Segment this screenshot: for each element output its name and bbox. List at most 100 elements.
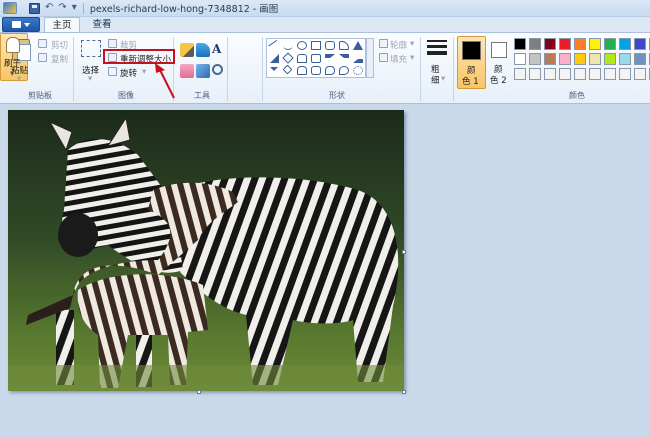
color-1-swatch (462, 41, 481, 60)
cut-button[interactable]: 剪切 (51, 39, 68, 51)
callout-rect-icon[interactable] (325, 66, 335, 75)
brushes-label: 刷子 (4, 59, 22, 69)
zebra-photo[interactable] (8, 110, 404, 391)
ribbon: 粘贴 ▾ 剪切 复制 剪贴板 选择 ▾ 裁剪 重新调整大小 旋转 ▾ 图像 A … (0, 32, 650, 104)
eraser-icon[interactable] (180, 64, 194, 78)
resize-handle-bottom[interactable] (197, 390, 201, 394)
group-divider (227, 37, 228, 101)
copy-button[interactable]: 复制 (51, 53, 68, 65)
hexagon-shape-icon[interactable] (311, 54, 321, 63)
shapes-gallery[interactable] (266, 38, 366, 78)
clipboard-group-label: 剪贴板 (28, 91, 52, 100)
image-group-label: 图像 (118, 91, 134, 100)
palette-swatch[interactable] (574, 68, 586, 80)
size-button-line2[interactable]: 细 (431, 74, 440, 86)
select-dropdown-icon[interactable]: ▾ (88, 74, 92, 84)
outline-button[interactable]: 轮廓 (390, 39, 407, 51)
group-divider (453, 37, 454, 101)
shapes-scrollbar[interactable] (366, 38, 374, 78)
polygon-shape-icon[interactable] (339, 41, 349, 50)
file-menu-button[interactable] (2, 17, 40, 32)
undo-icon[interactable]: ↶ (45, 2, 53, 14)
palette-swatch[interactable] (604, 38, 616, 50)
four-point-star-icon[interactable] (282, 64, 293, 75)
customize-qa-icon[interactable]: ▾ (72, 2, 77, 14)
fill-dropdown-icon[interactable]: ▾ (410, 53, 414, 63)
oval-shape-icon[interactable] (297, 41, 307, 50)
palette-swatch[interactable] (589, 68, 601, 80)
palette-swatch[interactable] (559, 53, 571, 65)
rotate-icon (108, 67, 117, 76)
paste-dropdown-icon[interactable]: ▾ (17, 74, 21, 84)
color-1-button[interactable]: 颜 色 1 (457, 36, 486, 89)
save-icon[interactable] (29, 2, 40, 14)
callout-oval-icon[interactable] (339, 66, 349, 75)
group-divider (73, 37, 74, 101)
callout-cloud-icon[interactable] (353, 66, 363, 75)
pentagon-shape-icon[interactable] (297, 54, 307, 63)
triangle-shape-icon[interactable] (353, 41, 363, 50)
paint-app-icon[interactable] (3, 2, 17, 14)
magnifier-icon[interactable] (212, 64, 223, 75)
pencil-icon[interactable] (180, 43, 194, 57)
color-2-label-b[interactable]: 色 2 (490, 74, 507, 86)
colors-group-label: 颜色 (569, 91, 585, 100)
six-point-star-icon[interactable] (311, 66, 321, 75)
palette-swatch[interactable] (619, 68, 631, 80)
line-size-icon[interactable] (427, 40, 447, 56)
chevron-down-icon (24, 22, 30, 27)
palette-swatch[interactable] (544, 38, 556, 50)
outline-dropdown-icon[interactable]: ▾ (410, 39, 414, 49)
palette-swatch[interactable] (559, 38, 571, 50)
resize-handle-right[interactable] (402, 250, 406, 254)
palette-swatch[interactable] (589, 38, 601, 50)
palette-swatch[interactable] (514, 38, 526, 50)
up-arrow-icon[interactable] (353, 54, 363, 63)
outline-icon (379, 39, 388, 48)
five-point-star-icon[interactable] (297, 66, 307, 75)
text-tool-icon[interactable]: A (212, 42, 221, 56)
fill-button[interactable]: 填充 (390, 53, 407, 65)
rotate-button[interactable]: 旋转 (120, 67, 137, 79)
palette-swatch[interactable] (529, 53, 541, 65)
tab-view[interactable]: 查看 (84, 17, 120, 33)
palette-swatch[interactable] (529, 68, 541, 80)
redo-icon[interactable]: ↷ (58, 2, 66, 14)
palette-swatch[interactable] (589, 53, 601, 65)
palette-swatch[interactable] (514, 53, 526, 65)
rounded-rectangle-icon[interactable] (325, 41, 335, 50)
size-dropdown-icon[interactable]: ▾ (441, 74, 445, 84)
palette-swatch[interactable] (514, 68, 526, 80)
palette-swatch[interactable] (604, 68, 616, 80)
palette-swatch[interactable] (544, 53, 556, 65)
palette-swatch[interactable] (634, 68, 646, 80)
diamond-shape-icon[interactable] (282, 52, 294, 64)
canvas-workspace[interactable] (0, 104, 650, 437)
line-shape-icon[interactable] (268, 39, 282, 54)
rotate-dropdown-icon[interactable]: ▾ (142, 67, 146, 77)
right-arrow-icon[interactable] (325, 54, 335, 63)
tab-home[interactable]: 主页 (44, 17, 80, 33)
palette-swatch[interactable] (574, 53, 586, 65)
palette-swatch[interactable] (619, 53, 631, 65)
color-2-swatch[interactable] (491, 42, 507, 58)
left-arrow-icon[interactable] (339, 54, 349, 63)
palette-swatch[interactable] (604, 53, 616, 65)
palette-swatch[interactable] (559, 68, 571, 80)
palette-swatch[interactable] (574, 38, 586, 50)
select-icon[interactable] (81, 40, 101, 57)
curve-shape-icon[interactable] (283, 41, 293, 50)
color-1-label-b: 色 1 (462, 77, 479, 87)
down-arrow-icon[interactable] (270, 67, 278, 76)
color-picker-icon[interactable] (196, 64, 210, 78)
palette-swatch[interactable] (634, 38, 646, 50)
rectangle-shape-icon[interactable] (311, 41, 321, 50)
resize-handle-corner[interactable] (402, 390, 406, 394)
palette-swatch[interactable] (634, 53, 646, 65)
fill-bucket-icon[interactable] (196, 43, 210, 57)
right-triangle-icon[interactable] (270, 54, 279, 63)
ribbon-tabs: 主页 查看 (0, 17, 650, 33)
palette-swatch[interactable] (544, 68, 556, 80)
palette-swatch[interactable] (529, 38, 541, 50)
palette-swatch[interactable] (619, 38, 631, 50)
